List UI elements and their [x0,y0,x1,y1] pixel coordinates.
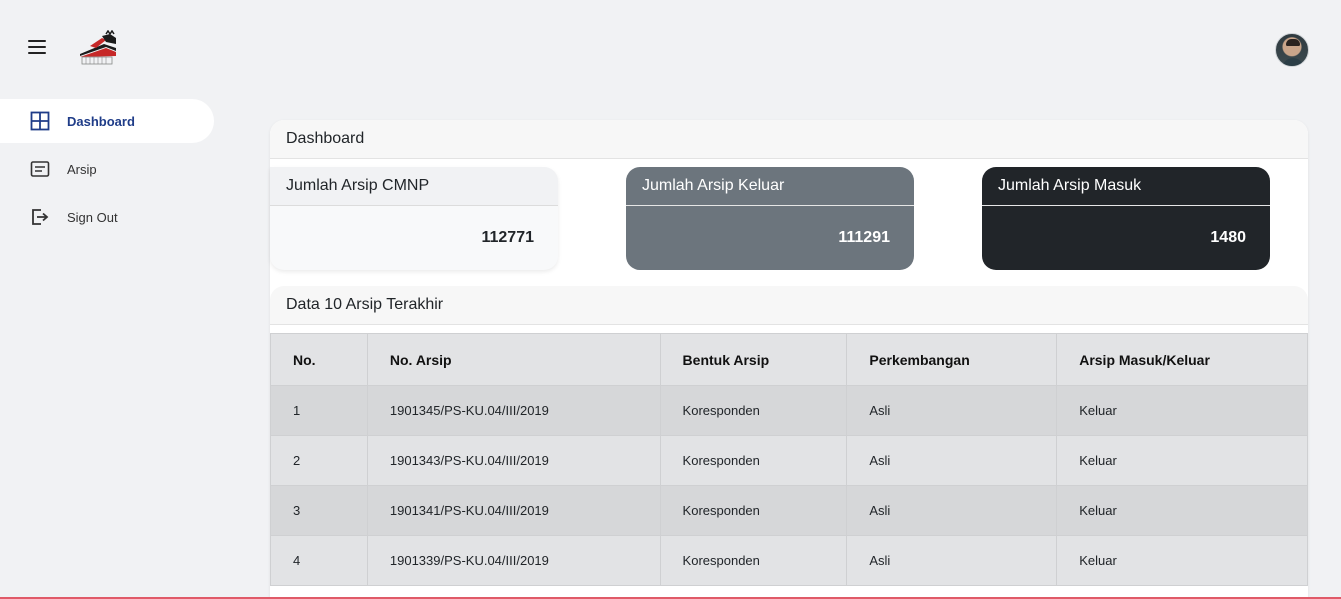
recent-archives-section: Data 10 Arsip Terakhir No. No. Arsip Ben… [270,286,1308,599]
table-cell: 3 [270,485,368,536]
sidebar-item-label: Dashboard [67,113,135,129]
table-cell: Asli [846,535,1058,586]
table-row[interactable]: 1 1901345/PS-KU.04/III/2019 Koresponden … [270,385,1308,436]
table-cell: Asli [846,435,1058,486]
table-cell: 1901339/PS-KU.04/III/2019 [366,535,661,586]
table-cell: Asli [846,485,1058,536]
page-title: Dashboard [270,120,1308,159]
column-header[interactable]: Bentuk Arsip [659,333,848,386]
table-row[interactable]: 2 1901343/PS-KU.04/III/2019 Koresponden … [270,435,1308,486]
table-cell: 1 [270,385,368,436]
sidebar: Dashboard Arsip Sign Out [0,99,214,243]
hamburger-icon[interactable] [28,40,46,54]
table-cell: 1901345/PS-KU.04/III/2019 [366,385,661,436]
table-cell: Keluar [1056,485,1308,536]
document-icon [30,161,50,177]
recent-archives-table: No. No. Arsip Bentuk Arsip Perkembangan … [270,333,1308,586]
column-header[interactable]: No. [270,333,368,386]
table-cell: Koresponden [659,485,848,536]
card-arsip-masuk: Jumlah Arsip Masuk 1480 [982,167,1270,270]
user-avatar[interactable] [1275,33,1309,67]
card-arsip-cmnp: Jumlah Arsip CMNP 112771 [270,167,558,270]
card-title: Jumlah Arsip Keluar [626,167,914,206]
card-value: 112771 [481,229,534,246]
table-cell: 1901343/PS-KU.04/III/2019 [366,435,661,486]
sidebar-item-label: Arsip [67,161,97,177]
sidebar-item-dashboard[interactable]: Dashboard [0,99,214,143]
column-header[interactable]: No. Arsip [366,333,661,386]
table-cell: 2 [270,435,368,486]
card-value: 1480 [1210,229,1246,246]
table-cell: Koresponden [659,385,848,436]
column-header[interactable]: Perkembangan [846,333,1058,386]
table-cell: Koresponden [659,435,848,486]
table-cell: Koresponden [659,535,848,586]
table-cell: 4 [270,535,368,586]
section-title: Data 10 Arsip Terakhir [270,286,1308,325]
sidebar-item-label: Sign Out [67,209,118,225]
column-header[interactable]: Arsip Masuk/Keluar [1056,333,1308,386]
card-title: Jumlah Arsip CMNP [270,167,558,206]
table-row[interactable]: 3 1901341/PS-KU.04/III/2019 Koresponden … [270,485,1308,536]
table-row[interactable]: 4 1901339/PS-KU.04/III/2019 Koresponden … [270,535,1308,586]
table-cell: Keluar [1056,435,1308,486]
card-value: 111291 [838,229,890,246]
card-arsip-keluar: Jumlah Arsip Keluar 111291 [626,167,914,270]
table-cell: Keluar [1056,385,1308,436]
dashboard-panel: Dashboard Jumlah Arsip CMNP 112771 Jumla… [270,120,1308,599]
sidebar-item-arsip[interactable]: Arsip [0,147,214,191]
table-cell: Asli [846,385,1058,436]
table-cell: 1901341/PS-KU.04/III/2019 [366,485,661,536]
sidebar-item-sign-out[interactable]: Sign Out [0,195,214,239]
table-cell: Keluar [1056,535,1308,586]
card-title: Jumlah Arsip Masuk [982,167,1270,206]
grid-icon [30,111,50,131]
cmnp-logo [80,30,116,65]
sign-out-icon [32,209,49,225]
